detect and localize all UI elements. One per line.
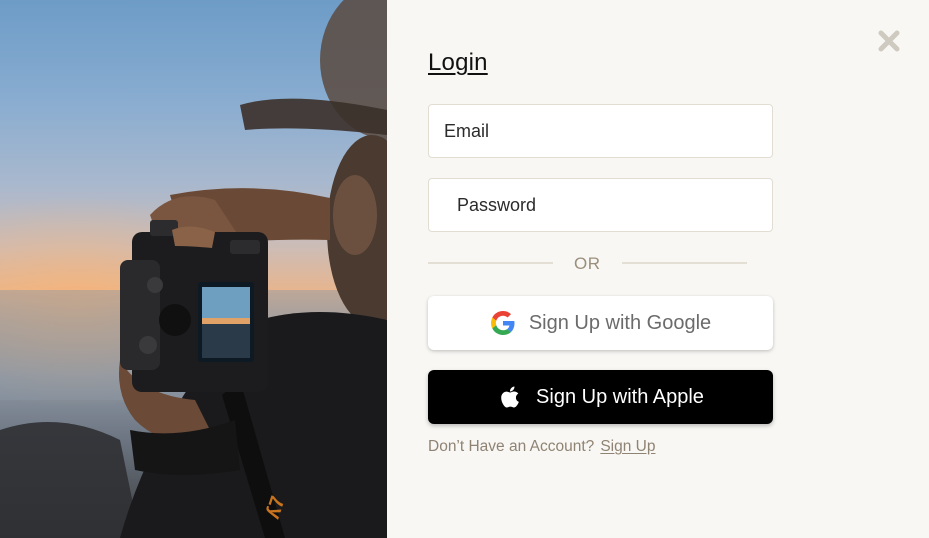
- email-field[interactable]: [429, 105, 772, 157]
- password-field-wrapper: [428, 178, 773, 232]
- signup-prompt: Don’t Have an Account? Sign Up: [428, 438, 655, 456]
- password-field[interactable]: [429, 179, 772, 231]
- google-signup-button[interactable]: Sign Up with Google: [428, 296, 773, 350]
- apple-logo-icon: [497, 384, 523, 410]
- signup-link[interactable]: Sign Up: [600, 438, 655, 455]
- page-title: Login: [428, 49, 488, 76]
- apple-button-label: Sign Up with Apple: [536, 385, 704, 408]
- divider-left: [428, 262, 553, 264]
- no-account-text: Don’t Have an Account?: [428, 438, 595, 455]
- email-field-wrapper: [428, 104, 773, 158]
- google-logo-icon: [490, 310, 516, 336]
- photographer-illustration: ʎ7: [0, 0, 387, 538]
- hero-photo: ʎ7: [0, 0, 387, 538]
- apple-signup-button[interactable]: Sign Up with Apple: [428, 370, 773, 424]
- close-button[interactable]: [877, 29, 901, 53]
- or-divider-label: OR: [574, 254, 601, 273]
- close-icon: [878, 30, 900, 52]
- divider-right: [622, 262, 747, 264]
- login-modal: ʎ7 Login Email OR Sign Up with Google Si…: [0, 0, 929, 538]
- google-button-label: Sign Up with Google: [528, 311, 712, 334]
